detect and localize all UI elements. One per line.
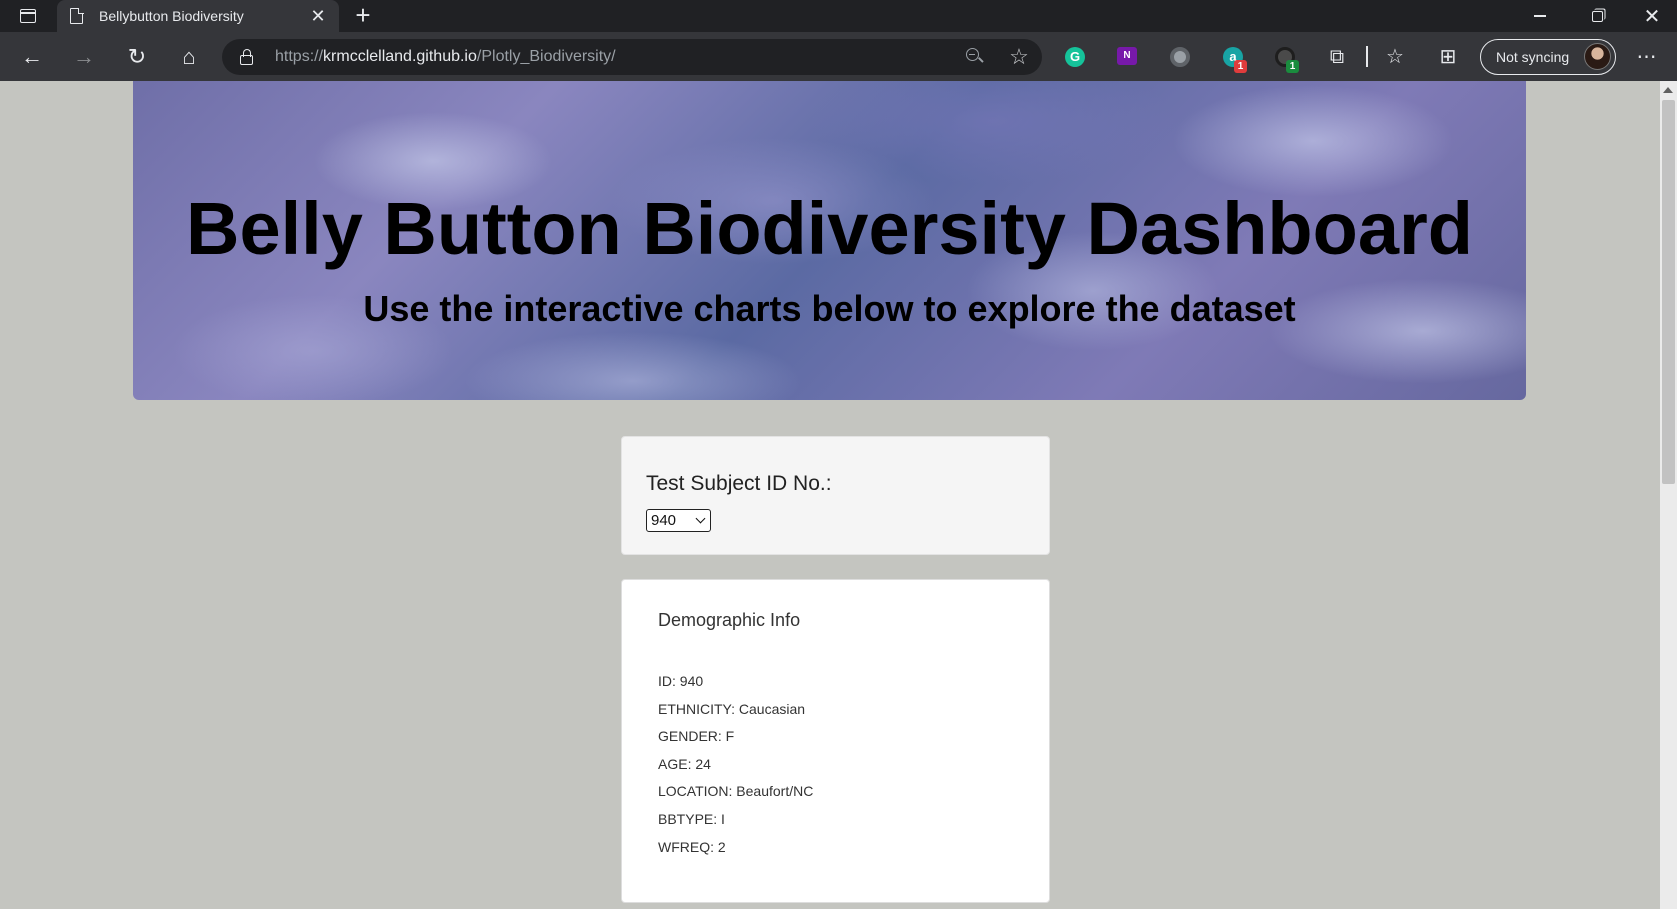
tab-strip: Bellybutton Biodiversity ✕ + ✕ xyxy=(0,0,1677,32)
address-bar[interactable]: https://krmcclelland.github.io/Plotly_Bi… xyxy=(222,39,1042,75)
extension-badge: 1 xyxy=(1234,60,1247,73)
url-path: /Plotly_Biodiversity/ xyxy=(476,48,616,65)
page-icon xyxy=(70,7,84,24)
demographic-row-wfreq: WFREQ: 2 xyxy=(658,838,726,855)
subject-selector-label: Test Subject ID No.: xyxy=(646,472,832,495)
demographic-row-location: LOCATION: Beaufort/NC xyxy=(658,783,814,800)
extension-icon[interactable] xyxy=(1170,47,1190,67)
demographic-list: ID: 940 ETHNICITY: Caucasian GENDER: F A… xyxy=(658,672,813,865)
onenote-icon[interactable]: N xyxy=(1117,47,1137,65)
restore-button[interactable] xyxy=(1571,0,1623,32)
demographic-row-id: ID: 940 xyxy=(658,673,704,689)
tab-actions-icon[interactable] xyxy=(14,6,42,26)
back-arrow-icon[interactable]: ← xyxy=(15,40,49,74)
demographic-row-gender: GENDER: F xyxy=(658,728,735,745)
chevron-down-icon xyxy=(695,513,706,524)
subject-selector-panel: Test Subject ID No.: 940 xyxy=(621,436,1050,555)
demographic-info-panel: Demographic Info ID: 940 ETHNICITY: Cauc… xyxy=(621,579,1050,903)
demographic-row-bbtype: BBTYPE: I xyxy=(658,810,725,827)
url-scheme: https:// xyxy=(275,48,324,65)
url-text[interactable]: https://krmcclelland.github.io/Plotly_Bi… xyxy=(275,48,616,66)
grammarly-icon[interactable]: G xyxy=(1065,47,1085,67)
more-icon[interactable]: ⋯ xyxy=(1630,40,1664,74)
scrollbar-thumb[interactable] xyxy=(1662,100,1675,484)
demographic-row-ethnicity: ETHNICITY: Caucasian xyxy=(658,700,806,717)
page-subtitle: Use the interactive charts below to expl… xyxy=(363,288,1296,329)
panel-title: Demographic Info xyxy=(658,610,801,630)
browser-tab[interactable]: Bellybutton Biodiversity ✕ xyxy=(57,0,339,32)
lock-icon[interactable] xyxy=(240,49,253,65)
tab-title: Bellybutton Biodiversity xyxy=(99,8,244,24)
close-icon[interactable]: ✕ xyxy=(307,5,329,27)
demographic-row-age: AGE: 24 xyxy=(658,755,711,772)
window-close-button[interactable]: ✕ xyxy=(1626,0,1677,32)
page-title: Belly Button Biodiversity Dashboard xyxy=(186,187,1473,270)
forward-arrow-icon[interactable]: → xyxy=(67,40,101,74)
subject-id-value: 940 xyxy=(651,512,677,529)
hero-banner: Belly Button Biodiversity Dashboard Use … xyxy=(133,81,1526,400)
profile-label: Not syncing xyxy=(1496,49,1570,65)
collections-icon[interactable]: ⊞ xyxy=(1431,40,1465,74)
plus-icon[interactable]: + xyxy=(349,2,377,30)
reload-icon[interactable]: ↻ xyxy=(120,40,154,74)
subject-id-select[interactable]: 940 xyxy=(646,509,711,532)
avatar xyxy=(1584,43,1611,70)
browser-toolbar: ← → ↻ ⌂ https://krmcclelland.github.io/P… xyxy=(0,32,1677,81)
minimize-button[interactable] xyxy=(1514,0,1566,32)
zoom-icon[interactable] xyxy=(965,47,985,67)
home-icon[interactable]: ⌂ xyxy=(172,40,206,74)
profile-button[interactable]: Not syncing xyxy=(1480,39,1616,75)
toolbar-divider xyxy=(1366,46,1368,67)
puzzle-icon[interactable]: ⧉ xyxy=(1320,40,1354,74)
extension-badge: 1 xyxy=(1286,60,1299,73)
url-host: krmcclelland.github.io xyxy=(323,48,477,65)
page-scrollbar[interactable] xyxy=(1660,81,1677,909)
add-favorite-icon[interactable]: ☆ xyxy=(1005,43,1033,71)
scroll-up-icon[interactable] xyxy=(1663,87,1673,93)
favorites-icon[interactable]: ☆ xyxy=(1378,40,1412,74)
